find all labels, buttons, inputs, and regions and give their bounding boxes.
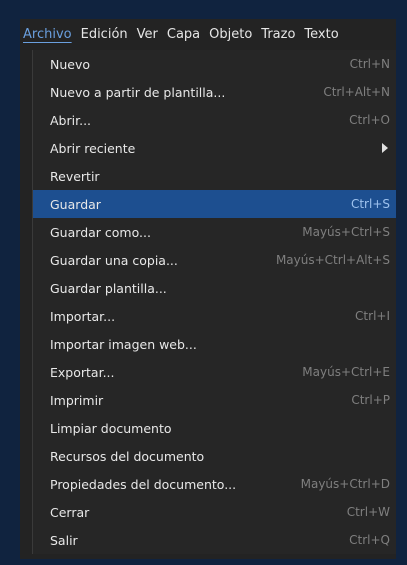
menu-item-shortcut: Ctrl+W xyxy=(346,505,390,519)
menubar-archivo[interactable]: Archivo xyxy=(23,27,72,42)
menu-item-revertir[interactable]: Revertir xyxy=(33,162,396,190)
menu-item-shortcut: Ctrl+O xyxy=(349,113,390,127)
menu-item-guardar-como[interactable]: Guardar como... Mayús+Ctrl+S xyxy=(33,218,396,246)
menu-item-imprimir[interactable]: Imprimir Ctrl+P xyxy=(33,386,396,414)
menu-item-shortcut: Ctrl+S xyxy=(350,197,390,211)
menu-item-guardar-plantilla[interactable]: Guardar plantilla... xyxy=(33,274,396,302)
menu-item-shortcut: Ctrl+P xyxy=(351,393,390,407)
menu-item-abrir[interactable]: Abrir... Ctrl+O xyxy=(33,106,396,134)
menu-item-recursos-documento[interactable]: Recursos del documento xyxy=(33,442,396,470)
menu-item-label: Cerrar xyxy=(50,504,90,520)
menu-item-shortcut: Mayús+Ctrl+S xyxy=(302,225,390,239)
app-window: Archivo Edición Ver Capa Objeto Trazo Te… xyxy=(20,19,396,559)
menu-item-shortcut: Mayús+Ctrl+Alt+S xyxy=(275,253,390,267)
menubar-ver[interactable]: Ver xyxy=(137,27,158,42)
menu-item-salir[interactable]: Salir Ctrl+Q xyxy=(33,526,396,554)
menu-item-shortcut: Mayús+Ctrl+D xyxy=(300,477,390,491)
menu-item-shortcut: Ctrl+N xyxy=(349,57,390,71)
menu-item-limpiar-documento[interactable]: Limpiar documento xyxy=(33,414,396,442)
chevron-right-icon xyxy=(382,143,388,153)
menu-item-label: Abrir reciente xyxy=(50,140,136,156)
menu-item-exportar[interactable]: Exportar... Mayús+Ctrl+E xyxy=(33,358,396,386)
menu-item-abrir-reciente[interactable]: Abrir reciente xyxy=(33,134,396,162)
archivo-dropdown-menu: Nuevo Ctrl+N Nuevo a partir de plantilla… xyxy=(32,50,396,554)
menu-item-guardar-copia[interactable]: Guardar una copia... Mayús+Ctrl+Alt+S xyxy=(33,246,396,274)
menu-item-propiedades-documento[interactable]: Propiedades del documento... Mayús+Ctrl+… xyxy=(33,470,396,498)
menu-item-nuevo-plantilla[interactable]: Nuevo a partir de plantilla... Ctrl+Alt+… xyxy=(33,78,396,106)
menu-item-label: Exportar... xyxy=(50,364,115,380)
menu-item-label: Importar... xyxy=(50,308,116,324)
menu-item-label: Guardar como... xyxy=(50,224,151,240)
menu-item-label: Guardar una copia... xyxy=(50,252,178,268)
menu-item-nuevo[interactable]: Nuevo Ctrl+N xyxy=(33,50,396,78)
menu-item-shortcut: Ctrl+Alt+N xyxy=(323,85,390,99)
menu-item-label: Imprimir xyxy=(50,392,104,408)
menu-item-importar-imagen-web[interactable]: Importar imagen web... xyxy=(33,330,396,358)
menu-item-label: Propiedades del documento... xyxy=(50,476,237,492)
menu-item-label: Salir xyxy=(50,532,78,548)
menubar-edicion[interactable]: Edición xyxy=(81,27,128,42)
menu-item-guardar[interactable]: Guardar Ctrl+S xyxy=(33,190,396,218)
menu-item-shortcut: Mayús+Ctrl+E xyxy=(302,365,390,379)
menu-item-shortcut: Ctrl+I xyxy=(355,309,390,323)
menu-item-shortcut: Ctrl+Q xyxy=(349,533,390,547)
menu-item-label: Guardar plantilla... xyxy=(50,280,167,296)
menu-item-label: Importar imagen web... xyxy=(50,336,197,352)
menu-bar: Archivo Edición Ver Capa Objeto Trazo Te… xyxy=(20,19,396,50)
menu-item-importar[interactable]: Importar... Ctrl+I xyxy=(33,302,396,330)
menu-item-cerrar[interactable]: Cerrar Ctrl+W xyxy=(33,498,396,526)
menu-item-label: Revertir xyxy=(50,168,100,184)
menu-item-label: Nuevo a partir de plantilla... xyxy=(50,84,226,100)
menu-item-label: Nuevo xyxy=(50,56,91,72)
menubar-trazo[interactable]: Trazo xyxy=(261,27,295,42)
menu-item-label: Recursos del documento xyxy=(50,448,205,464)
menubar-texto[interactable]: Texto xyxy=(304,27,338,42)
menu-item-label: Limpiar documento xyxy=(50,420,172,436)
menu-item-label: Abrir... xyxy=(50,112,92,128)
menubar-objeto[interactable]: Objeto xyxy=(209,27,252,42)
menu-item-label: Guardar xyxy=(50,196,101,212)
menubar-capa[interactable]: Capa xyxy=(167,27,200,42)
